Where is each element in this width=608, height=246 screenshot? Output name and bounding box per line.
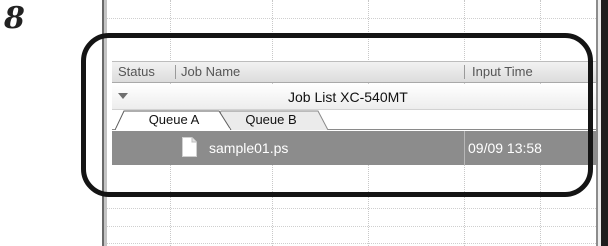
tab-label: Queue A [148,112,200,127]
job-name-cell: sample01.ps [209,140,289,156]
window-right-edge [596,0,608,246]
job-list-group-row[interactable]: Job List XC-540MT [112,84,596,110]
window-left-edge [102,0,107,246]
column-header-status[interactable]: Status [118,62,155,82]
column-divider [464,131,465,165]
table-row[interactable]: sample01.ps 09/09 13:58 [112,131,596,165]
input-time-cell: 09/09 13:58 [468,140,542,156]
step-number-badge: 8 [4,1,25,36]
grid-line [107,18,596,19]
column-header-input-time[interactable]: Input Time [472,62,533,82]
column-header-row: Status Job Name Input Time [112,61,596,83]
queue-tab-strip: Queue B Queue A [112,110,596,130]
grid-line [107,208,596,209]
group-title: Job List XC-540MT [288,89,408,105]
column-divider[interactable] [175,65,176,79]
column-header-job-name[interactable]: Job Name [181,62,240,82]
grid-line [107,243,596,244]
tutorial-figure: 8 Status Job Name Input Time Job List XC… [0,0,608,246]
tab-queue-a[interactable]: Queue A [115,110,233,130]
document-icon [182,137,197,157]
column-divider[interactable] [464,65,465,79]
triangle-down-icon[interactable] [118,93,128,99]
grid-line [107,226,596,227]
